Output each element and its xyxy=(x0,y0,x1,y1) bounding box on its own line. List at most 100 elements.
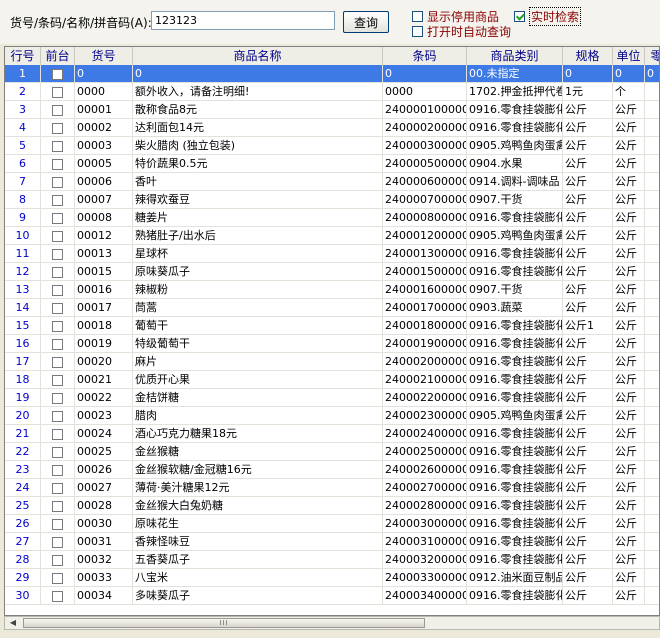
frontend-checkbox[interactable] xyxy=(52,140,63,152)
table-row[interactable]: 19 00022 金桔饼糖 2400022000000 0916.零食挂袋膨化 公斤 公斤 xyxy=(5,389,659,407)
table-row[interactable]: 17 00020 麻片 2400020000000 0916.零食挂袋膨化 公斤 公斤 xyxy=(5,353,659,371)
column-header-row-number[interactable]: 行号 xyxy=(5,47,41,65)
frontend-checkbox[interactable] xyxy=(52,392,63,404)
table-row[interactable]: 15 00018 葡萄干 2400018000000 0916.零食挂袋膨化 公斤1 公斤 xyxy=(5,317,659,335)
frontend-checkbox[interactable] xyxy=(52,374,63,386)
frontend-checkbox[interactable] xyxy=(52,464,63,476)
table-row[interactable]: 3 00001 散称食品8元 2400001000000 0916.零食挂袋膨化 公斤 公斤 xyxy=(5,101,659,119)
scrollbar-thumb[interactable]: III xyxy=(23,618,425,628)
auto-query-option[interactable]: 打开时自动查询 xyxy=(412,23,511,40)
frontend-checkbox[interactable] xyxy=(52,554,63,566)
product-name-cell: 0 xyxy=(133,65,383,83)
extra-cell: 0 xyxy=(645,65,659,83)
frontend-checkbox[interactable] xyxy=(52,212,63,224)
table-row[interactable]: 20 00023 腊肉 2400023000000 0905.鸡鸭鱼肉蛋禽 公斤 公斤 xyxy=(5,407,659,425)
scroll-left-arrow-icon[interactable]: ◀ xyxy=(6,618,20,628)
frontend-cell xyxy=(41,389,75,407)
table-row[interactable]: 14 00017 茼蒿 2400017000000 0903.蔬菜 公斤 公斤 xyxy=(5,299,659,317)
product-name-cell: 香叶 xyxy=(133,173,383,191)
table-row[interactable]: 18 00021 优质开心果 2400021000000 0916.零食挂袋膨化 公斤 公斤 xyxy=(5,371,659,389)
category-cell: 0916.零食挂袋膨化 xyxy=(467,443,563,461)
table-row[interactable]: 24 00027 薄荷·美汁糖果12元 2400027000000 0916.零食挂袋膨… xyxy=(5,479,659,497)
auto-query-checkbox[interactable] xyxy=(412,26,423,37)
column-header-product-name[interactable]: 商品名称 xyxy=(133,47,383,65)
table-row[interactable]: 7 00006 香叶 2400006000000 0914.调料-调味品 公斤 公斤 xyxy=(5,173,659,191)
frontend-checkbox[interactable] xyxy=(52,122,63,134)
item-code-cell: 00026 xyxy=(75,461,133,479)
column-header-barcode[interactable]: 条码 xyxy=(383,47,467,65)
frontend-checkbox[interactable] xyxy=(52,446,63,458)
frontend-checkbox[interactable] xyxy=(52,86,63,98)
frontend-checkbox[interactable] xyxy=(52,230,63,242)
frontend-checkbox[interactable] xyxy=(52,518,63,530)
frontend-checkbox[interactable] xyxy=(52,590,63,602)
query-button[interactable]: 查询 xyxy=(343,11,389,33)
realtime-search-option[interactable]: 实时检索 xyxy=(514,7,582,26)
frontend-checkbox[interactable] xyxy=(52,302,63,314)
column-header-item-code[interactable]: 货号 xyxy=(75,47,133,65)
table-row[interactable]: 6 00005 特价蔬果0.5元 2400005000000 0904.水果 公斤 公斤 xyxy=(5,155,659,173)
frontend-checkbox[interactable] xyxy=(52,572,63,584)
table-row[interactable]: 9 00008 糖姜片 2400008000000 0916.零食挂袋膨化 公斤 公斤 xyxy=(5,209,659,227)
product-grid[interactable]: 行号前台货号商品名称条码商品类别规格单位零 100000.未指定00020000… xyxy=(4,46,660,616)
table-row[interactable]: 28 00032 五香葵瓜子 2400032000000 0916.零食挂袋膨化 公斤 公斤 xyxy=(5,551,659,569)
table-row[interactable]: 21 00024 酒心巧克力糖果18元 2400024000000 0916.零食挂袋膨… xyxy=(5,425,659,443)
table-row[interactable]: 16 00019 特级葡萄干 2400019000000 0916.零食挂袋膨化 公斤 公斤 xyxy=(5,335,659,353)
table-row[interactable]: 22 00025 金丝猴糖 2400025000000 0916.零食挂袋膨化 公斤 公斤 xyxy=(5,443,659,461)
table-row[interactable]: 2 0000 额外收入，请备注明细! 0000 1702.押金抵押代卷 1元个 xyxy=(5,83,659,101)
column-header-spec[interactable]: 规格 xyxy=(563,47,613,65)
column-header-unit[interactable]: 单位 xyxy=(613,47,645,65)
unit-cell: 公斤 xyxy=(613,119,645,137)
table-row[interactable]: 5 00003 柴火腊肉 (独立包装) 2400003000000 0905.鸡鸭鱼肉蛋… xyxy=(5,137,659,155)
spec-cell: 公斤 xyxy=(563,515,613,533)
barcode-cell: 2400005000000 xyxy=(383,155,467,173)
frontend-checkbox[interactable] xyxy=(52,194,63,206)
frontend-cell xyxy=(41,425,75,443)
row-number-cell: 19 xyxy=(5,389,41,407)
unit-cell: 公斤 xyxy=(613,479,645,497)
frontend-checkbox[interactable] xyxy=(52,500,63,512)
column-header-category[interactable]: 商品类别 xyxy=(467,47,563,65)
product-name-cell: 金桔饼糖 xyxy=(133,389,383,407)
column-header-extra[interactable]: 零 xyxy=(645,47,659,65)
table-row[interactable]: 1 0 0 0 00.未指定 0 0 0 xyxy=(5,65,659,83)
frontend-checkbox[interactable] xyxy=(52,266,63,278)
spec-cell: 公斤 xyxy=(563,497,613,515)
extra-cell xyxy=(645,299,659,317)
frontend-checkbox[interactable] xyxy=(52,482,63,494)
table-row[interactable]: 29 00033 八宝米 2400033000000 0912.油米面豆制品 公斤 公斤 xyxy=(5,569,659,587)
checked-checkbox-icon[interactable] xyxy=(514,11,525,22)
table-row[interactable]: 25 00028 金丝猴大白兔奶糖 2400028000000 0916.零食挂袋膨化公… xyxy=(5,497,659,515)
frontend-checkbox[interactable] xyxy=(52,68,63,80)
table-row[interactable]: 12 00015 原味葵瓜子 2400015000000 0916.零食挂袋膨化 公斤 公斤 xyxy=(5,263,659,281)
frontend-checkbox[interactable] xyxy=(52,356,63,368)
horizontal-scrollbar[interactable]: ◀ III xyxy=(4,616,660,630)
search-input[interactable] xyxy=(151,11,335,30)
table-row[interactable]: 11 00013 星球杯 2400013000000 0916.零食挂袋膨化 公斤 公斤 xyxy=(5,245,659,263)
product-name-cell: 五香葵瓜子 xyxy=(133,551,383,569)
frontend-checkbox[interactable] xyxy=(52,176,63,188)
product-name-cell: 糖姜片 xyxy=(133,209,383,227)
frontend-checkbox[interactable] xyxy=(52,158,63,170)
frontend-checkbox[interactable] xyxy=(52,536,63,548)
show-disabled-checkbox[interactable] xyxy=(412,11,423,22)
spec-cell: 公斤 xyxy=(563,569,613,587)
table-row[interactable]: 23 00026 金丝猴软糖/金冠糖16元 2400026000000 0916.零食挂… xyxy=(5,461,659,479)
frontend-checkbox[interactable] xyxy=(52,428,63,440)
table-row[interactable]: 30 00034 多味葵瓜子 2400034000000 0916.零食挂袋膨化 公斤 公斤 xyxy=(5,587,659,605)
frontend-checkbox[interactable] xyxy=(52,338,63,350)
table-row[interactable]: 13 00016 辣椒粉 2400016000000 0907.干货 公斤 公斤 xyxy=(5,281,659,299)
column-header-frontend-flag[interactable]: 前台 xyxy=(41,47,75,65)
frontend-checkbox[interactable] xyxy=(52,248,63,260)
table-row[interactable]: 27 00031 香辣怪味豆 2400031000000 0916.零食挂袋膨化 公斤 公斤 xyxy=(5,533,659,551)
frontend-checkbox[interactable] xyxy=(52,410,63,422)
frontend-checkbox[interactable] xyxy=(52,320,63,332)
table-row[interactable]: 26 00030 原味花生 2400030000000 0916.零食挂袋膨化 公斤 公斤 xyxy=(5,515,659,533)
row-number-cell: 30 xyxy=(5,587,41,605)
table-row[interactable]: 8 00007 辣得欢蚕豆 2400007000000 0907.干货 公斤 公斤 xyxy=(5,191,659,209)
row-number-cell: 12 xyxy=(5,263,41,281)
table-row[interactable]: 10 00012 熟猪肚子/出水后 2400012000000 0905.鸡鸭鱼肉蛋禽公… xyxy=(5,227,659,245)
table-row[interactable]: 4 00002 达利面包14元 2400002000000 0916.零食挂袋膨化 公斤公… xyxy=(5,119,659,137)
frontend-checkbox[interactable] xyxy=(52,284,63,296)
frontend-checkbox[interactable] xyxy=(52,104,63,116)
